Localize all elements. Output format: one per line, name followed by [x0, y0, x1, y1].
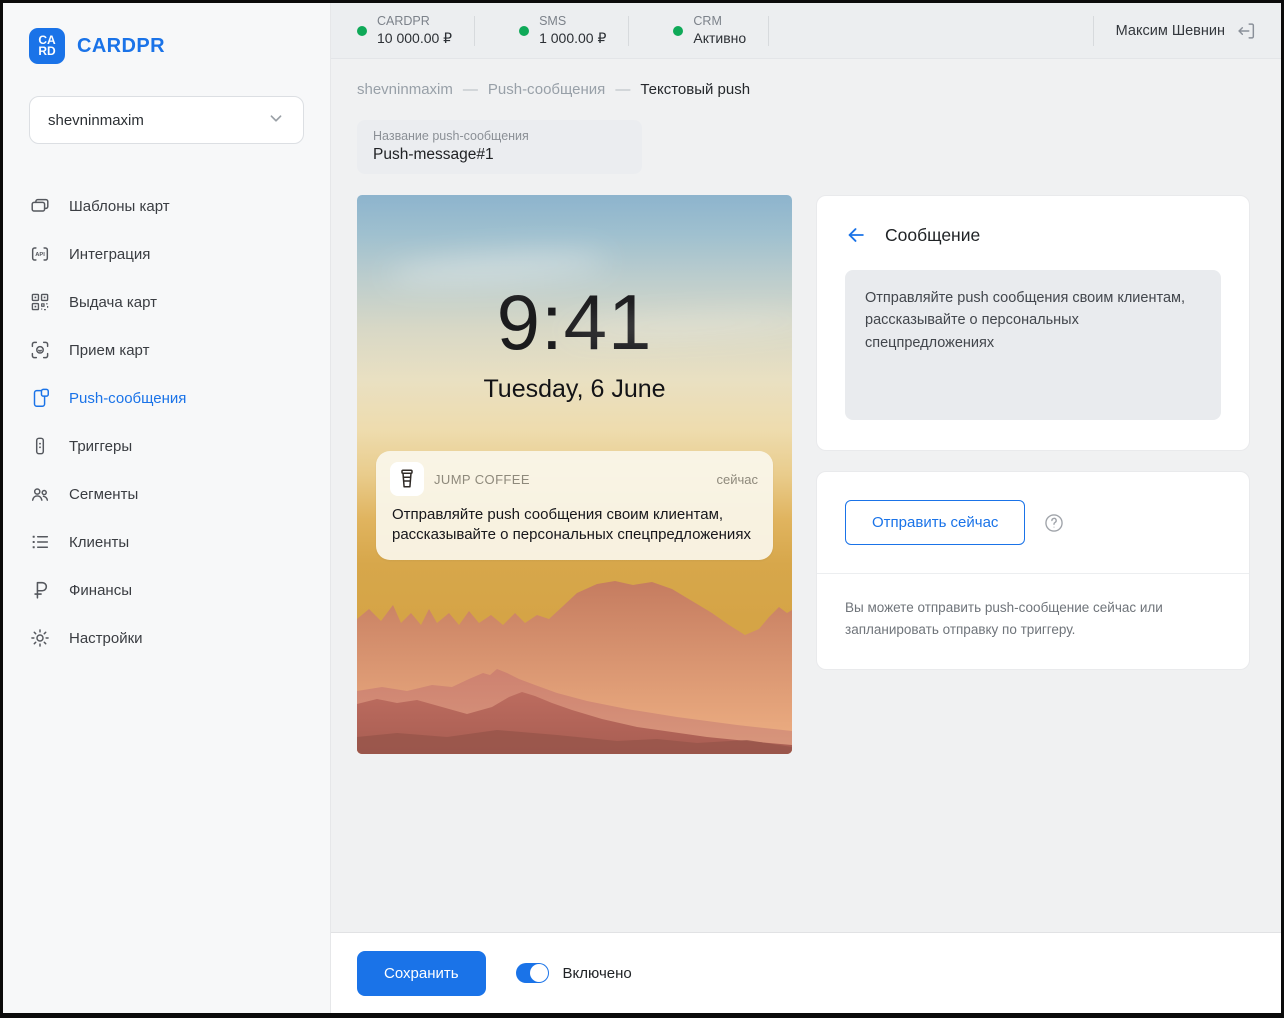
save-button[interactable]: Сохранить [357, 950, 486, 996]
chevron-down-icon [265, 107, 287, 134]
list-icon [29, 531, 51, 553]
push-notification-preview: JUMP COFFEE сейчас Отправляйте push сооб… [376, 451, 773, 560]
status-value: 1 000.00 ₽ [539, 29, 607, 46]
toggle-label: Включено [562, 964, 632, 982]
status-green-dot [519, 25, 530, 36]
sidebar-item-card-issue[interactable]: Выдача карт [3, 278, 330, 326]
push-name-input[interactable] [373, 146, 623, 164]
logo-text: CARDPR [77, 34, 165, 57]
account-selector[interactable]: shevninmaxim [29, 96, 304, 144]
sidebar-item-label: Настройки [69, 629, 143, 647]
message-panel-title: Сообщение [885, 224, 981, 245]
user-name: Максим Шевнин [1115, 22, 1225, 39]
push-name-field[interactable]: Название push-сообщения [357, 120, 642, 174]
send-card: Отправить сейчас Вы можете отправить pus… [816, 471, 1250, 670]
back-arrow-icon[interactable] [845, 224, 867, 246]
balance-cardpr: CARDPR 10 000.00 ₽ [357, 14, 474, 47]
breadcrumb-separator: — [615, 81, 631, 98]
sidebar-item-label: Финансы [69, 581, 132, 599]
message-card: Сообщение Отправляйте push сообщения сво… [816, 195, 1250, 451]
sidebar-item-label: Клиенты [69, 533, 130, 551]
breadcrumb-push-messages[interactable]: Push-сообщения [488, 81, 605, 98]
notification-text: Отправляйте push сообщения своим клиента… [392, 506, 751, 544]
message-text: Отправляйте push сообщения своим клиента… [865, 290, 1186, 351]
divider [628, 15, 630, 46]
toggle-knob [529, 964, 548, 982]
account-selector-value: shevninmaxim [48, 111, 144, 129]
sidebar: CA RD CARDPR shevninmaxim Шаблоны карт A… [3, 3, 331, 1013]
sidebar-item-settings[interactable]: Настройки [3, 614, 330, 662]
cardpr-logo-icon: CA RD [29, 28, 65, 64]
preview-date: Tuesday, 6 June [483, 375, 666, 403]
status-value: Активно [693, 29, 747, 46]
settings-column: Сообщение Отправляйте push сообщения сво… [816, 195, 1250, 670]
scan-icon [29, 339, 51, 361]
logout-icon[interactable] [1235, 20, 1257, 42]
sidebar-item-triggers[interactable]: Триггеры [3, 422, 330, 470]
qr-code-icon [29, 291, 51, 313]
enabled-toggle[interactable] [515, 963, 549, 983]
divider [474, 15, 476, 46]
sidebar-item-card-templates[interactable]: Шаблоны карт [3, 182, 330, 230]
help-icon[interactable] [1043, 512, 1065, 534]
notification-app-name: JUMP COFFEE [434, 471, 530, 487]
breadcrumb: shevninmaxim — Push-сообщения — Текстовы… [357, 81, 1255, 98]
divider [1092, 15, 1094, 46]
sidebar-item-label: Сегменты [69, 485, 139, 503]
ruble-icon [29, 579, 51, 601]
cards-icon [29, 195, 51, 217]
breadcrumb-account[interactable]: shevninmaxim [357, 81, 453, 98]
mountains-illustration [357, 581, 792, 754]
send-now-button[interactable]: Отправить сейчас [845, 500, 1026, 545]
notification-time: сейчас [716, 471, 759, 487]
send-hint: Вы можете отправить push-сообщение сейча… [817, 574, 1249, 669]
push-message-icon [29, 387, 51, 409]
sidebar-nav: Шаблоны карт API Интеграция Выдача карт … [3, 182, 330, 662]
sidebar-item-label: Прием карт [69, 341, 150, 359]
coffee-cup-icon [390, 462, 424, 496]
status-label: CRM [693, 13, 722, 28]
sidebar-item-label: Выдача карт [69, 293, 157, 311]
status-value: 10 000.00 ₽ [377, 29, 453, 46]
sidebar-item-finance[interactable]: Финансы [3, 566, 330, 614]
status-label: SMS [539, 13, 567, 28]
phone-preview: 9:41 Tuesday, 6 June JUMP COFFEE сейчас … [357, 195, 792, 754]
sidebar-item-segments[interactable]: Сегменты [3, 470, 330, 518]
app-window: CA RD CARDPR shevninmaxim Шаблоны карт A… [0, 0, 1284, 1018]
status-green-dot [357, 25, 367, 36]
main-area: CARDPR 10 000.00 ₽ SMS 1 000.00 ₽ CRM Ак… [331, 3, 1281, 1013]
sidebar-item-card-accept[interactable]: Прием карт [3, 326, 330, 374]
status-crm: CRM Активно [651, 14, 768, 47]
content: shevninmaxim — Push-сообщения — Текстовы… [331, 59, 1281, 932]
push-name-label: Название push-сообщения [373, 129, 529, 143]
trigger-icon [29, 435, 51, 457]
divider [768, 15, 770, 46]
users-icon [29, 483, 51, 505]
sidebar-item-label: Push-сообщения [69, 389, 187, 407]
status-green-dot [673, 25, 684, 36]
breadcrumb-separator: — [462, 81, 478, 98]
logo: CA RD CARDPR [3, 28, 330, 64]
sidebar-item-label: Шаблоны карт [69, 197, 170, 215]
sidebar-item-clients[interactable]: Клиенты [3, 518, 330, 566]
breadcrumb-current: Текстовый push [640, 81, 751, 98]
gear-icon [29, 627, 51, 649]
send-hint-text: Вы можете отправить push-сообщение сейча… [845, 600, 1163, 638]
sidebar-item-label: Триггеры [69, 437, 133, 455]
logo-mark-line2: RD [38, 44, 56, 58]
sidebar-item-label: Интеграция [69, 245, 151, 263]
api-icon: API [29, 243, 51, 265]
footer-bar: Сохранить Включено [331, 932, 1281, 1013]
balance-sms: SMS 1 000.00 ₽ [497, 14, 628, 47]
sidebar-item-integration[interactable]: API Интеграция [3, 230, 330, 278]
status-label: CARDPR [377, 13, 430, 28]
message-text-input[interactable]: Отправляйте push сообщения своим клиента… [845, 270, 1221, 420]
topbar: CARDPR 10 000.00 ₽ SMS 1 000.00 ₽ CRM Ак… [331, 3, 1281, 59]
svg-text:API: API [35, 252, 45, 258]
sidebar-item-push-messages[interactable]: Push-сообщения [3, 374, 330, 422]
user-menu: Максим Шевнин [1116, 20, 1257, 42]
